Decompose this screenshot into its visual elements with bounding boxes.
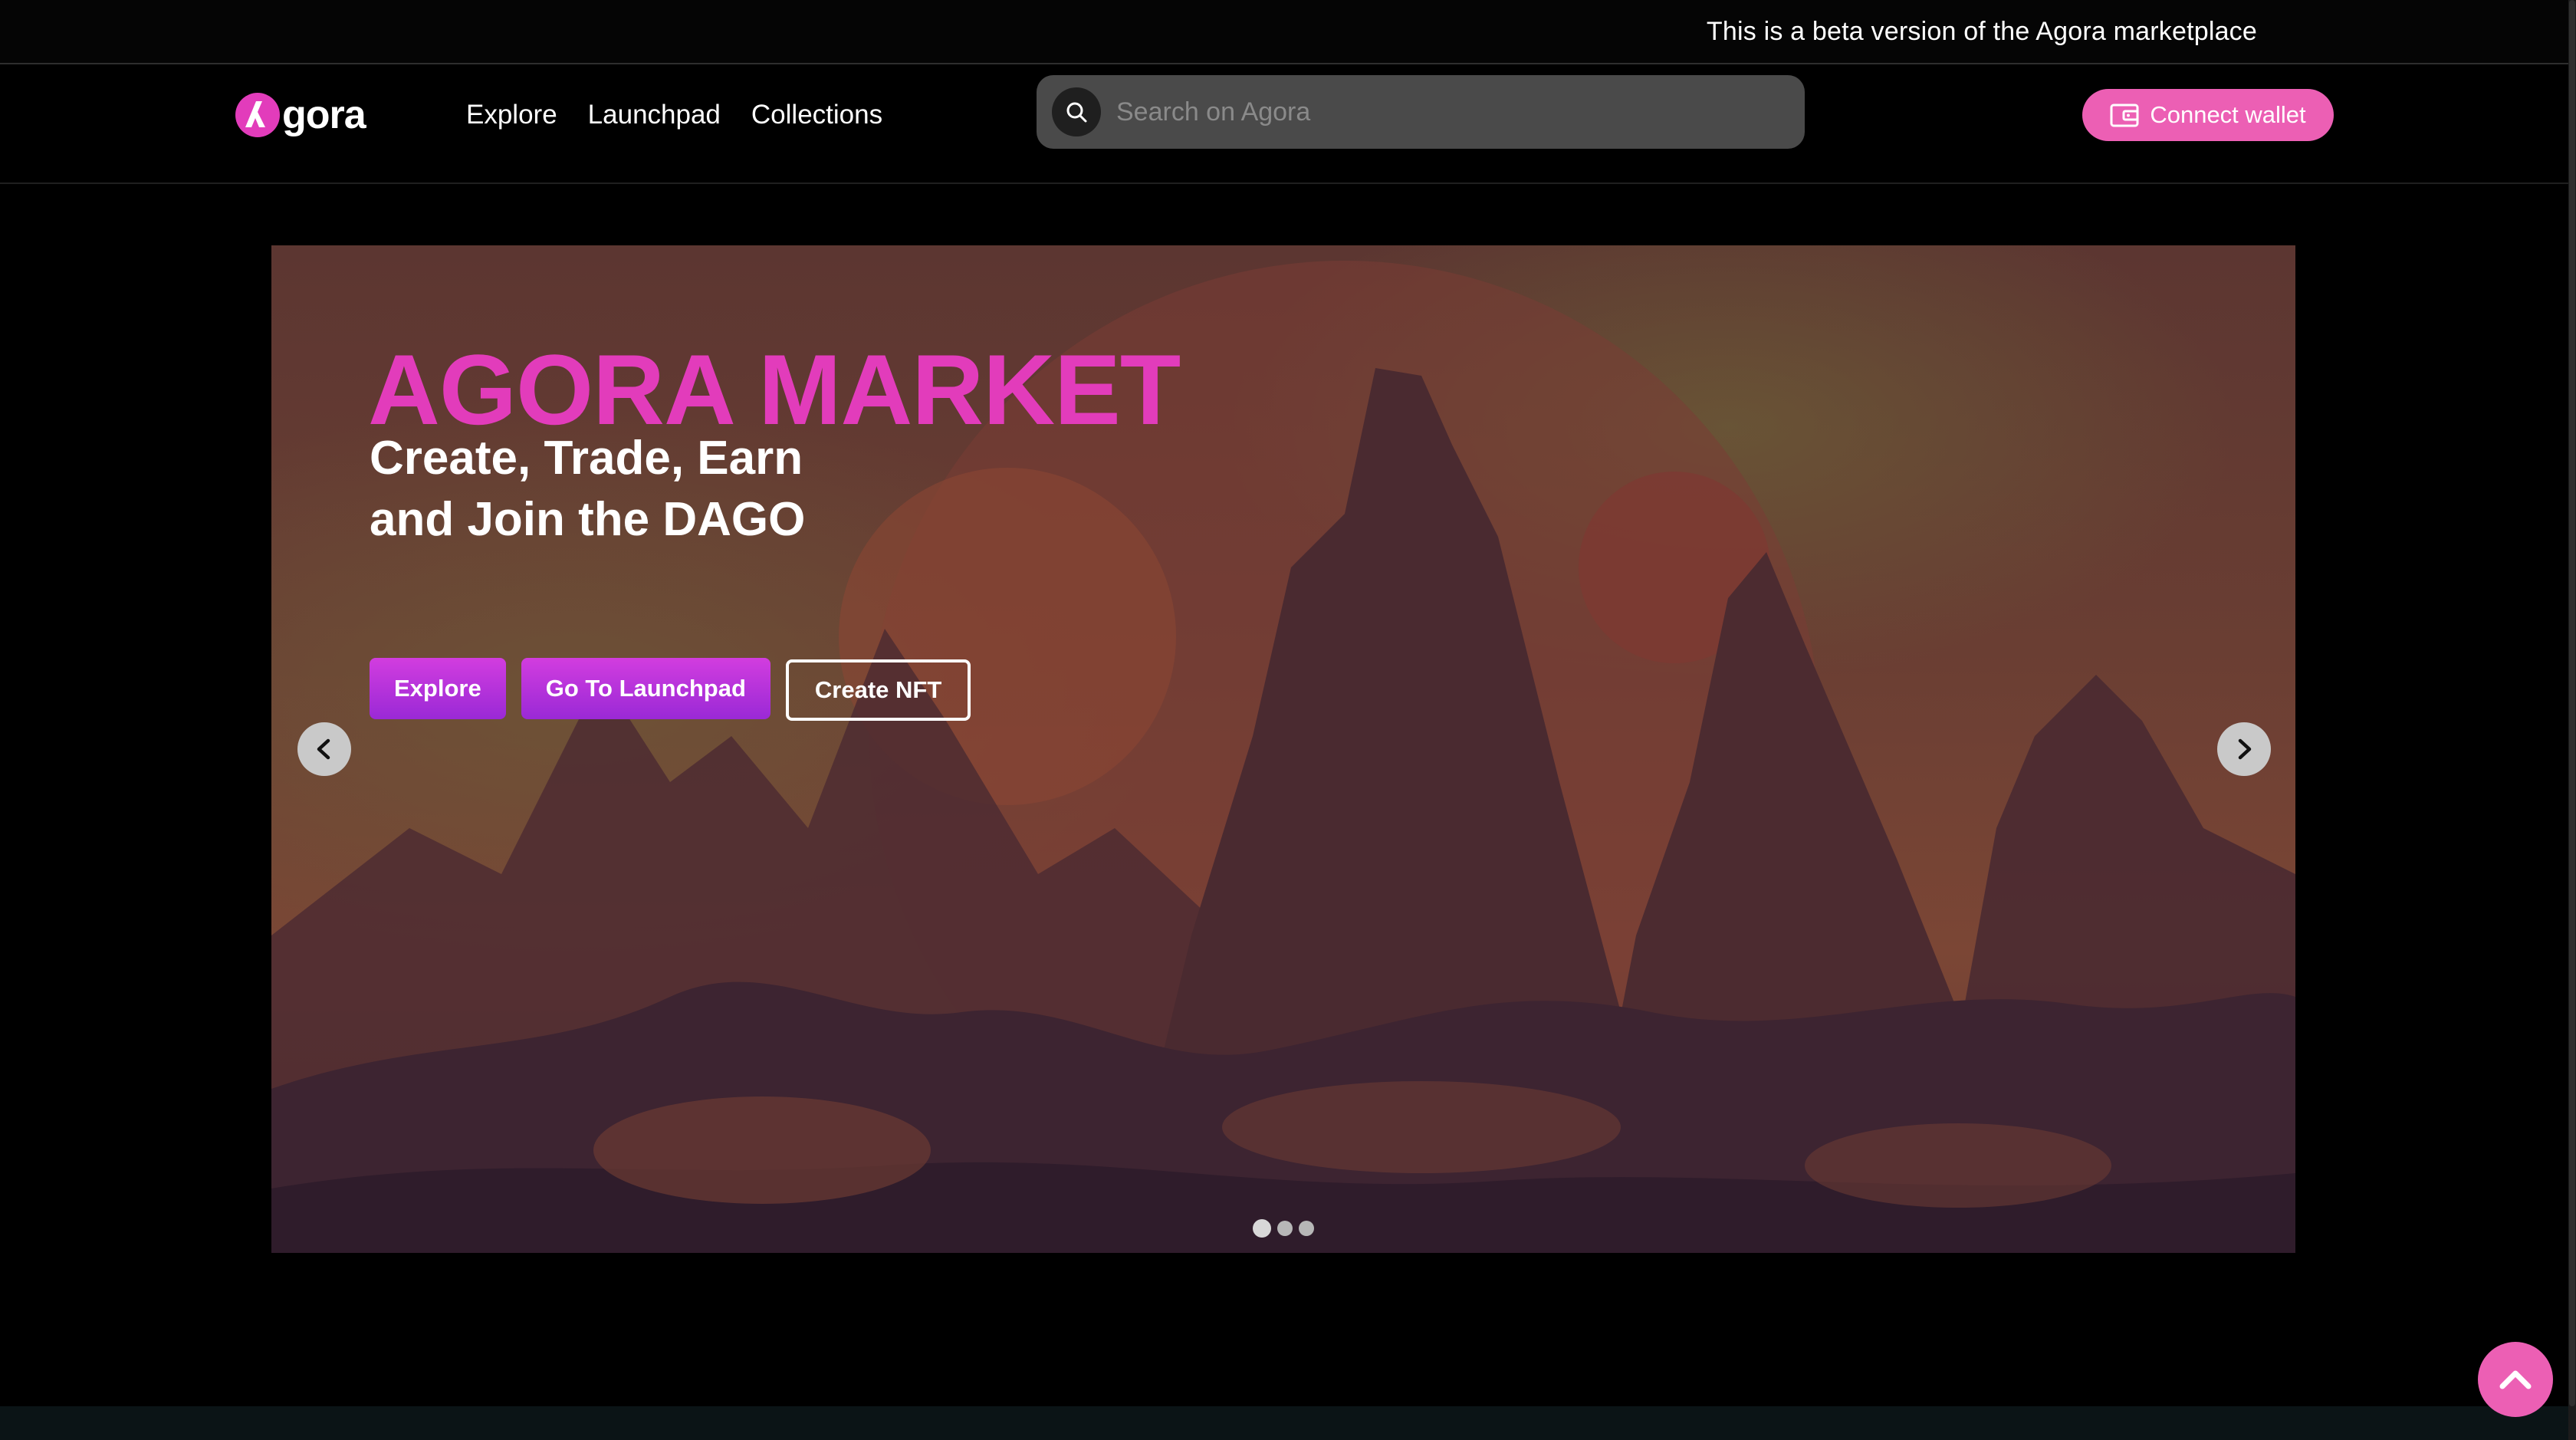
- logo-text: gora: [282, 93, 366, 137]
- nav-collections[interactable]: Collections: [751, 98, 882, 132]
- hero-carousel: AGORA MARKET Create, Trade, Earn and Joi…: [271, 245, 2295, 1253]
- site-header: gora Explore Launchpad Collections Conne…: [0, 66, 2568, 184]
- footer-strip: [0, 1406, 2568, 1440]
- scrollbar-thumb[interactable]: [2569, 0, 2575, 1406]
- hero-subtitle: Create, Trade, Earn and Join the DAGO: [370, 428, 805, 551]
- beta-banner: This is a beta version of the Agora mark…: [0, 0, 2568, 64]
- explore-button[interactable]: Explore: [370, 658, 506, 719]
- create-nft-button[interactable]: Create NFT: [785, 659, 971, 721]
- carousel-dot-3[interactable]: [1299, 1221, 1314, 1236]
- page: This is a beta version of the Agora mark…: [0, 0, 2576, 1440]
- chevron-up-icon: [2499, 1370, 2532, 1389]
- carousel-dot-1[interactable]: [1253, 1219, 1271, 1238]
- main-nav: Explore Launchpad Collections: [466, 98, 882, 132]
- hero-subtitle-line-2: and Join the DAGO: [370, 493, 806, 546]
- carousel-dots: [1253, 1219, 1314, 1238]
- hero-title: AGORA MARKET: [368, 334, 1181, 445]
- search-input[interactable]: [1116, 89, 1805, 135]
- carousel-prev-button[interactable]: [297, 722, 351, 776]
- chevron-left-icon: [317, 738, 330, 760]
- wallet-icon: [2110, 104, 2139, 127]
- search-bar: [1037, 75, 1805, 149]
- beta-banner-text: This is a beta version of the Agora mark…: [1706, 17, 2257, 46]
- hero-subtitle-line-1: Create, Trade, Earn: [370, 432, 803, 485]
- carousel-next-button[interactable]: [2217, 722, 2271, 776]
- nav-explore[interactable]: Explore: [466, 98, 557, 132]
- agora-logo-icon: [235, 93, 280, 137]
- connect-wallet-label: Connect wallet: [2150, 101, 2306, 128]
- go-to-launchpad-button[interactable]: Go To Launchpad: [521, 658, 770, 719]
- hero-buttons: Explore Go To Launchpad Create NFT: [370, 658, 971, 721]
- chevron-right-icon: [2238, 738, 2252, 760]
- search-icon[interactable]: [1052, 87, 1101, 136]
- connect-wallet-button[interactable]: Connect wallet: [2082, 89, 2334, 141]
- page-scrollbar[interactable]: [2568, 0, 2576, 1440]
- carousel-dot-2[interactable]: [1277, 1221, 1293, 1236]
- scroll-to-top-button[interactable]: [2478, 1342, 2553, 1417]
- logo[interactable]: gora: [235, 91, 366, 139]
- nav-launchpad[interactable]: Launchpad: [588, 98, 721, 132]
